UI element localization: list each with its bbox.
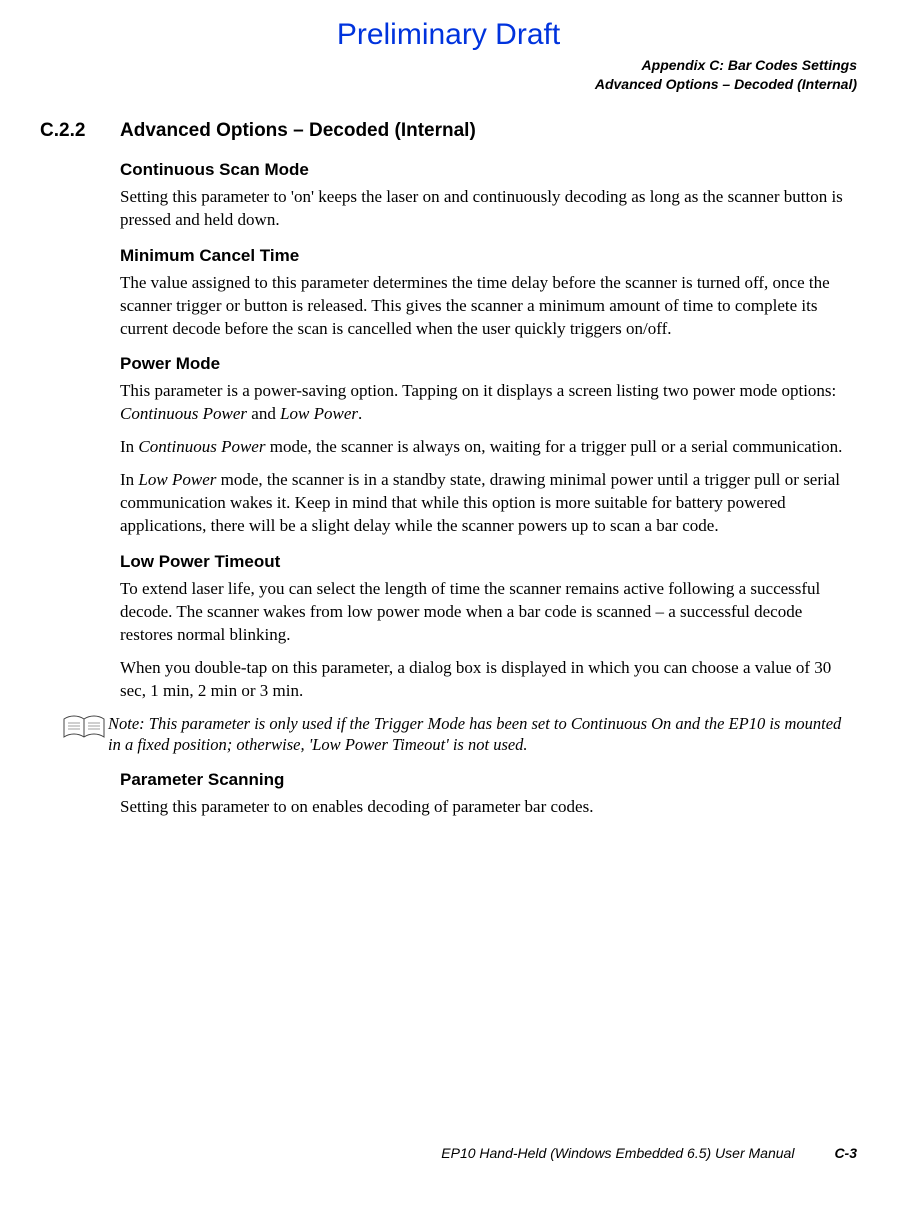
section-number: C.2.2: [40, 120, 120, 142]
header-appendix-line: Appendix C: Bar Codes Settings: [40, 56, 857, 75]
content-column: Continuous Scan Mode Setting this parame…: [120, 160, 857, 819]
footer-page-number: C-3: [834, 1145, 857, 1161]
header-section-line: Advanced Options – Decoded (Internal): [40, 75, 857, 94]
body-min-cancel: The value assigned to this parameter det…: [120, 272, 857, 341]
body-low-power-timeout-p2: When you double-tap on this parameter, a…: [120, 657, 857, 703]
body-power-mode-p2: In Continuous Power mode, the scanner is…: [120, 436, 857, 459]
text-fragment: In: [120, 437, 138, 456]
footer-manual-name: EP10 Hand-Held (Windows Embedded 6.5) Us…: [441, 1145, 794, 1161]
text-fragment: .: [358, 404, 362, 423]
page: Preliminary Draft Appendix C: Bar Codes …: [0, 0, 917, 1209]
section-heading-row: C.2.2 Advanced Options – Decoded (Intern…: [40, 120, 857, 142]
preliminary-draft-banner: Preliminary Draft: [40, 18, 857, 52]
body-low-power-timeout-p1: To extend laser life, you can select the…: [120, 578, 857, 647]
italic-low-power: Low Power: [138, 470, 216, 489]
body-power-mode-p3: In Low Power mode, the scanner is in a s…: [120, 469, 857, 538]
running-header: Appendix C: Bar Codes Settings Advanced …: [40, 56, 857, 94]
italic-continuous-power: Continuous Power: [138, 437, 265, 456]
italic-continuous-power: Continuous Power: [120, 404, 247, 423]
text-fragment: mode, the scanner is always on, waiting …: [265, 437, 842, 456]
note-block: Note: This parameter is only used if the…: [60, 713, 857, 756]
subheading-continuous-scan: Continuous Scan Mode: [120, 160, 857, 180]
text-fragment: This parameter is a power-saving option.…: [120, 381, 836, 400]
italic-low-power: Low Power: [280, 404, 358, 423]
subheading-power-mode: Power Mode: [120, 354, 857, 374]
subheading-low-power-timeout: Low Power Timeout: [120, 552, 857, 572]
text-fragment: mode, the scanner is in a standby state,…: [120, 470, 840, 535]
open-book-icon: [60, 713, 108, 743]
body-parameter-scanning: Setting this parameter to on enables dec…: [120, 796, 857, 819]
note-label: Note:: [108, 714, 149, 733]
text-fragment: and: [247, 404, 280, 423]
subheading-parameter-scanning: Parameter Scanning: [120, 770, 857, 790]
page-footer: EP10 Hand-Held (Windows Embedded 6.5) Us…: [40, 1145, 857, 1161]
note-body: This parameter is only used if the Trigg…: [108, 714, 841, 754]
subheading-min-cancel: Minimum Cancel Time: [120, 246, 857, 266]
text-fragment: In: [120, 470, 138, 489]
section-title: Advanced Options – Decoded (Internal): [120, 120, 476, 142]
body-continuous-scan: Setting this parameter to 'on' keeps the…: [120, 186, 857, 232]
note-text: Note: This parameter is only used if the…: [108, 713, 857, 756]
body-power-mode-p1: This parameter is a power-saving option.…: [120, 380, 857, 426]
